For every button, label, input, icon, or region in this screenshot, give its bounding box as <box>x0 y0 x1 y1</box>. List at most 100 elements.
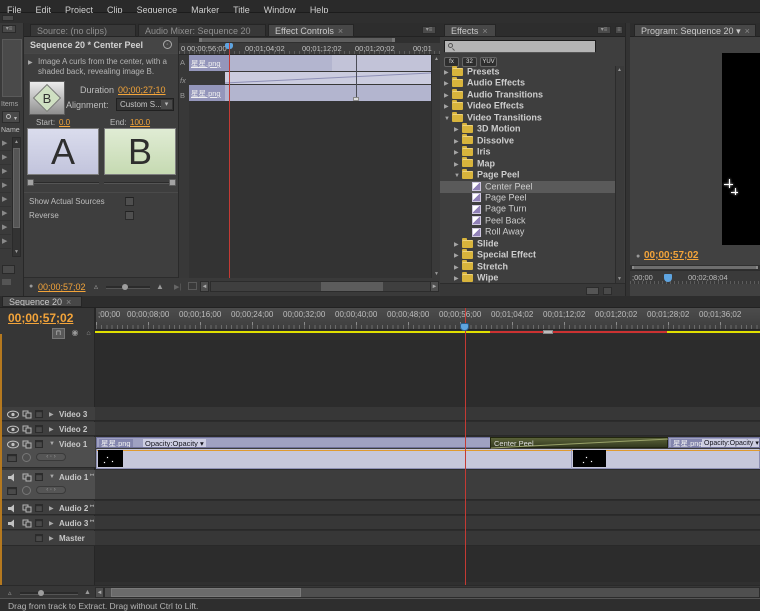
panel-menu-icon[interactable]: ▾≡ <box>597 26 611 34</box>
ec-h-scrollbar-thumb[interactable] <box>321 282 383 291</box>
effects-item-dissolve[interactable]: ▶Dissolve <box>440 135 615 147</box>
tab-effects[interactable]: Effects× <box>444 24 496 37</box>
set-unnumbered-marker-button[interactable]: ⌂ <box>83 328 94 339</box>
start-slider-handle[interactable] <box>27 179 34 186</box>
description-twirl-icon[interactable]: ▶ <box>28 59 33 66</box>
zoom-out-icon[interactable]: ▵ <box>8 589 12 597</box>
project-item-row[interactable]: ▶ <box>0 165 11 179</box>
panel-menu-icon[interactable]: ▾≡ <box>2 25 16 33</box>
duration-value[interactable]: 00;00;27;10 <box>118 85 166 95</box>
effect-controls-timecode[interactable]: 00;00;57;02 <box>38 282 86 292</box>
toggle-track-output-speaker-icon[interactable] <box>7 473 19 482</box>
effects-item-video-transitions[interactable]: ▼Video Transitions <box>440 112 615 124</box>
track-header-master[interactable]: ▶Master <box>2 531 95 546</box>
opacity-rubber-band[interactable] <box>97 450 760 451</box>
project-item-row[interactable]: ▶ <box>0 207 11 221</box>
track-lock-toggle[interactable] <box>35 473 43 481</box>
end-slider-handle[interactable] <box>169 179 176 186</box>
scroll-down-icon[interactable]: ▼ <box>434 271 439 277</box>
track-header-audio-1[interactable]: ▼Audio 1▸◂‹ ◦ › <box>2 470 95 500</box>
scroll-down-icon[interactable]: ▼ <box>617 276 622 282</box>
effects-item-presets[interactable]: ▶Presets <box>440 66 615 78</box>
find-button[interactable]: ▾ <box>2 111 20 123</box>
twirl-closed-icon[interactable]: ▶ <box>49 520 54 527</box>
twirl-open-icon[interactable]: ▼ <box>49 441 55 447</box>
effects-item-special-effect[interactable]: ▶Special Effect <box>440 249 615 261</box>
twirl-closed-icon[interactable]: ▶ <box>49 426 54 433</box>
delete-icon[interactable] <box>603 287 612 295</box>
program-timecode[interactable]: 00;00;57;02 <box>644 250 698 261</box>
tab-effect-controls[interactable]: Effect Controls× <box>268 24 354 37</box>
toggle-track-output-eye-icon[interactable] <box>7 425 19 434</box>
effects-item-stretch[interactable]: ▶Stretch <box>440 261 615 273</box>
effects-item-map[interactable]: ▶Map <box>440 158 615 170</box>
close-icon[interactable]: × <box>745 26 750 36</box>
end-slider[interactable] <box>104 179 176 187</box>
track-lane-video-2[interactable] <box>95 422 760 436</box>
toggle-track-output-eye-icon[interactable] <box>7 440 19 449</box>
track-header-audio-3[interactable]: ▶Audio 3▸◂ <box>2 516 95 530</box>
ec-clip-a[interactable]: 星星.png <box>189 55 431 71</box>
new-custom-bin-icon[interactable] <box>586 287 599 295</box>
effects-item-video-effects[interactable]: ▶Video Effects <box>440 100 615 112</box>
panel-detach-icon[interactable]: ≡ <box>615 26 623 34</box>
alignment-dropdown[interactable]: Custom S... ▾ <box>116 98 174 111</box>
keyframe-nav[interactable]: ‹ ◦ › <box>36 453 66 461</box>
project-item-row[interactable]: ▶ <box>0 137 11 151</box>
program-mini-ruler[interactable]: ;00;00 00;02;08;04 <box>630 270 760 284</box>
project-item-row[interactable]: ▶ <box>0 193 11 207</box>
effects-item-roll-away[interactable]: Roll Away <box>440 226 615 238</box>
sync-lock-icon[interactable] <box>22 425 32 434</box>
effects-item-page-peel[interactable]: Page Peel <box>440 192 615 204</box>
track-header-video-2[interactable]: ▶Video 2 <box>2 422 95 436</box>
close-icon[interactable]: × <box>66 297 71 307</box>
list-view-button[interactable] <box>2 265 15 274</box>
project-item-row[interactable]: ▶ <box>0 179 11 193</box>
sync-lock-icon[interactable] <box>22 440 32 449</box>
timeline-h-scrollbar-thumb[interactable] <box>111 588 301 597</box>
program-view-area-thumb[interactable] <box>632 266 758 269</box>
twirl-closed-icon[interactable]: ▶ <box>49 505 54 512</box>
keyframe-nav[interactable]: ‹ ◦ › <box>36 486 66 494</box>
effects-item-iris[interactable]: ▶Iris <box>440 146 615 158</box>
timeline-timecode[interactable]: 00;00;57;02 <box>8 311 73 325</box>
sync-lock-icon[interactable] <box>22 473 32 482</box>
tab-program[interactable]: Program: Sequence 20 ▾× <box>634 24 756 37</box>
track-header-video-3[interactable]: ▶Video 3 <box>2 407 95 421</box>
clip-body[interactable] <box>96 449 760 469</box>
scroll-up-icon[interactable]: ▲ <box>14 139 19 145</box>
track-lock-toggle[interactable] <box>35 519 43 527</box>
show-keyframes-button[interactable] <box>22 486 31 495</box>
clip-2[interactable]: 星星.png Opacity:Opacity ▾ <box>668 437 760 448</box>
ec-transition-band[interactable] <box>225 72 431 84</box>
show-actual-sources-checkbox[interactable] <box>125 197 134 206</box>
loop-icon[interactable] <box>188 282 197 290</box>
ec-mini-ruler[interactable]: 000;00;56;0000;01;04;0200;01;12;0200;01;… <box>179 43 440 55</box>
project-name-column-header[interactable]: Name <box>1 127 20 134</box>
track-lock-toggle[interactable] <box>35 504 43 512</box>
timeline-playhead-marker[interactable] <box>460 323 469 331</box>
ec-edit-point-handle[interactable] <box>353 97 359 101</box>
effects-item-page-turn[interactable]: Page Turn <box>440 203 615 215</box>
effects-item-peel-back[interactable]: Peel Back <box>440 215 615 227</box>
sync-lock-icon[interactable] <box>22 504 32 513</box>
project-scrollbar[interactable]: ▲ ▼ <box>12 137 21 257</box>
scroll-up-icon[interactable]: ▲ <box>617 67 622 73</box>
track-lane-audio-3[interactable] <box>95 516 760 530</box>
ec-view-area-thumb[interactable] <box>199 38 395 42</box>
start-slider[interactable] <box>27 179 99 187</box>
ec-edit-point[interactable] <box>356 55 357 101</box>
zoom-out-icon[interactable]: ▵ <box>94 282 98 291</box>
transition-center-peel[interactable]: Center Peel <box>490 437 668 448</box>
track-lock-toggle[interactable] <box>35 410 43 418</box>
effects-item-page-peel[interactable]: ▼Page Peel <box>440 169 615 181</box>
clip-1-opacity-dropdown[interactable]: Opacity:Opacity ▾ <box>143 439 206 448</box>
project-item-row[interactable]: ▶ <box>0 221 11 235</box>
close-icon[interactable]: × <box>482 26 487 36</box>
timeline-h-scrollbar[interactable] <box>104 587 760 598</box>
effects-scrollbar[interactable]: ▲ ▼ <box>615 66 624 283</box>
timeline-zoom-slider-handle[interactable] <box>38 590 44 596</box>
project-item-row[interactable]: ▶ <box>0 151 11 165</box>
scroll-up-icon[interactable]: ▲ <box>434 56 439 62</box>
effects-item-audio-effects[interactable]: ▶Audio Effects <box>440 77 615 89</box>
